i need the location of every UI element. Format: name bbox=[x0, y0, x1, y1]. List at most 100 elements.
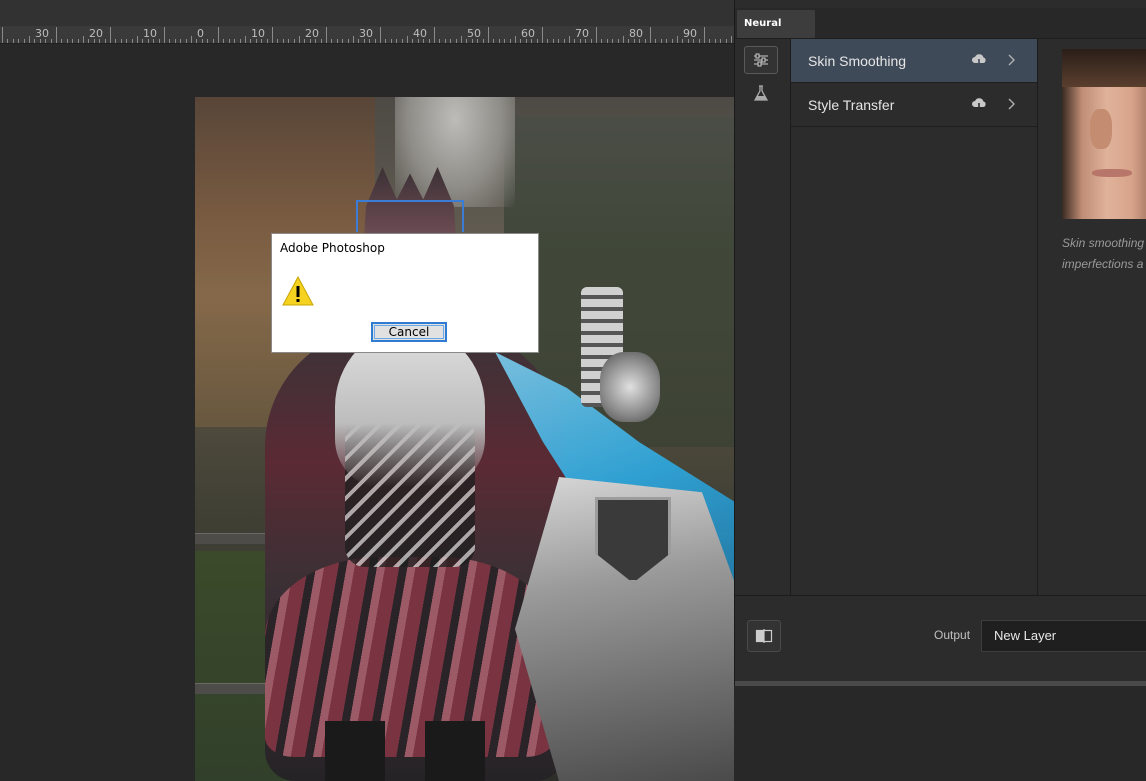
document-image[interactable] bbox=[195, 97, 734, 781]
ruler-tick bbox=[677, 36, 678, 43]
cancel-button[interactable]: Cancel bbox=[371, 322, 447, 342]
ruler-tick bbox=[520, 39, 521, 43]
ruler-tick bbox=[358, 39, 359, 43]
output-label: Output bbox=[934, 628, 971, 642]
filter-item-skin-smoothing[interactable]: Skin Smoothing bbox=[791, 39, 1037, 83]
ruler-tick bbox=[688, 39, 689, 43]
ruler-tick bbox=[645, 39, 646, 43]
ruler-tick bbox=[466, 39, 467, 43]
description-line: Skin smoothing bbox=[1062, 236, 1145, 250]
ruler-tick bbox=[294, 39, 295, 43]
preview-toggle-button[interactable] bbox=[747, 620, 781, 652]
ruler-tick bbox=[105, 39, 106, 43]
ruler-tick bbox=[115, 39, 116, 43]
ruler-tick bbox=[477, 39, 478, 43]
ruler-tick bbox=[461, 36, 462, 43]
ruler-tick bbox=[439, 39, 440, 43]
output-select[interactable]: New Layer bbox=[981, 620, 1146, 652]
filter-item-style-transfer[interactable]: Style Transfer bbox=[791, 83, 1037, 127]
ruler-label: 60 bbox=[521, 27, 535, 40]
ruler-tick bbox=[391, 39, 392, 43]
ruler-tick bbox=[99, 39, 100, 43]
boot bbox=[325, 721, 385, 781]
warning-icon bbox=[282, 276, 314, 306]
all-filters-button[interactable] bbox=[744, 46, 778, 74]
ruler-tick bbox=[245, 36, 246, 43]
ruler-tick bbox=[67, 39, 68, 43]
ruler-tick bbox=[526, 39, 527, 43]
ruler-tick bbox=[121, 39, 122, 43]
ruler-tick bbox=[456, 39, 457, 43]
cloud-download-icon[interactable] bbox=[971, 96, 987, 112]
ruler-label: 80 bbox=[629, 27, 643, 40]
ruler-tick bbox=[504, 39, 505, 43]
cloud-download-icon[interactable] bbox=[971, 52, 987, 68]
ruler-tick bbox=[693, 39, 694, 43]
panel-resize-bar[interactable] bbox=[735, 681, 1146, 686]
beta-filters-button[interactable] bbox=[751, 83, 771, 103]
ruler-tick bbox=[483, 39, 484, 43]
ruler-tick bbox=[369, 39, 370, 43]
ruler-tick bbox=[542, 27, 543, 43]
ruler-tick bbox=[45, 39, 46, 43]
ruler-label: 10 bbox=[143, 27, 157, 40]
ruler-tick bbox=[153, 39, 154, 43]
ruler-tick bbox=[342, 39, 343, 43]
ruler-tick bbox=[499, 39, 500, 43]
ruler-label: 70 bbox=[575, 27, 589, 40]
ruler-tick bbox=[180, 39, 181, 43]
ruler-tick bbox=[229, 39, 230, 43]
filter-description: Skin smoothing imperfections a bbox=[1062, 233, 1146, 275]
ruler-tick bbox=[321, 39, 322, 43]
ruler-tick bbox=[493, 39, 494, 43]
ruler-tick bbox=[337, 39, 338, 43]
filter-item-label: Style Transfer bbox=[808, 97, 895, 113]
ruler-label: 40 bbox=[413, 27, 427, 40]
ruler-tick bbox=[709, 39, 710, 43]
ruler-tick bbox=[585, 39, 586, 43]
ruler-tick bbox=[218, 27, 219, 43]
ruler-tick bbox=[24, 39, 25, 43]
ruler-tick bbox=[78, 39, 79, 43]
chevron-right-icon[interactable] bbox=[1006, 53, 1016, 67]
sliders-icon bbox=[754, 53, 768, 67]
ruler-tick bbox=[531, 39, 532, 43]
ruler-tick bbox=[569, 36, 570, 43]
ruler-tick bbox=[283, 39, 284, 43]
ruler-tick bbox=[72, 39, 73, 43]
ruler-tick bbox=[137, 36, 138, 43]
gauntlet bbox=[600, 352, 660, 422]
ruler-tick bbox=[326, 27, 327, 43]
ruler-tick bbox=[94, 39, 95, 43]
ruler-tick bbox=[186, 39, 187, 43]
ruler-tick bbox=[169, 39, 170, 43]
ruler-tick bbox=[234, 39, 235, 43]
ruler-tick bbox=[315, 39, 316, 43]
ruler-tick bbox=[580, 39, 581, 43]
chevron-right-icon[interactable] bbox=[1006, 97, 1016, 111]
ruler-tick bbox=[402, 39, 403, 43]
ruler-tick bbox=[164, 27, 165, 43]
ruler-tick bbox=[288, 39, 289, 43]
tab-neural-filters[interactable]: Neural Filters bbox=[737, 10, 815, 57]
face-selection-box[interactable] bbox=[356, 200, 464, 232]
dialog-title: Adobe Photoshop bbox=[280, 241, 385, 255]
filter-item-label: Skin Smoothing bbox=[808, 53, 907, 69]
ruler-tick bbox=[277, 39, 278, 43]
ruler-tick bbox=[445, 39, 446, 43]
ruler-tick bbox=[661, 39, 662, 43]
ruler-tick bbox=[56, 27, 57, 43]
ruler-tick bbox=[412, 39, 413, 43]
ruler-tick bbox=[418, 39, 419, 43]
ruler-tick bbox=[537, 39, 538, 43]
ruler-tick bbox=[88, 39, 89, 43]
ruler-tick bbox=[223, 39, 224, 43]
ruler-label: 90 bbox=[683, 27, 697, 40]
ruler-tick bbox=[207, 39, 208, 43]
armor-skirt bbox=[265, 557, 555, 757]
ruler-tick bbox=[429, 39, 430, 43]
ruler-tick bbox=[574, 39, 575, 43]
ruler-tick bbox=[375, 39, 376, 43]
ruler-tick bbox=[682, 39, 683, 43]
filter-preview-image bbox=[1062, 49, 1146, 219]
